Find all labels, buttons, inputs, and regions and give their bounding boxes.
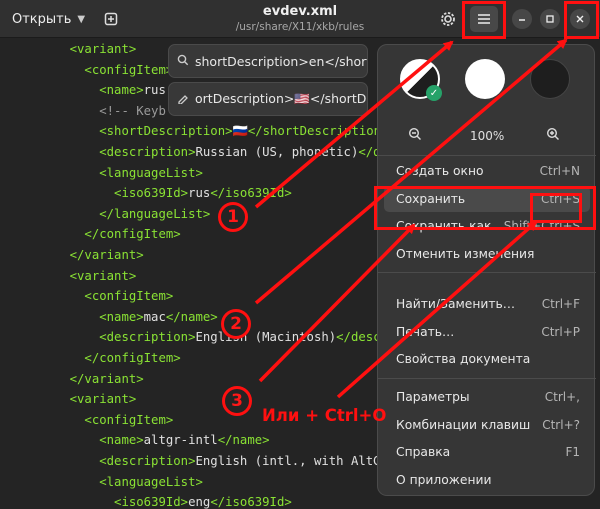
arrow-2 [254,38,568,305]
arrow-1 [254,40,454,209]
annotation-note: Или + Ctrl+O [262,406,387,425]
arrow-4 [336,220,538,399]
arrow-3 [258,223,416,383]
annotation-arrows [254,38,568,399]
step-3-badge: 3 [222,386,252,416]
step-2-badge: 2 [221,309,251,339]
step-1-badge: 1 [218,202,248,232]
